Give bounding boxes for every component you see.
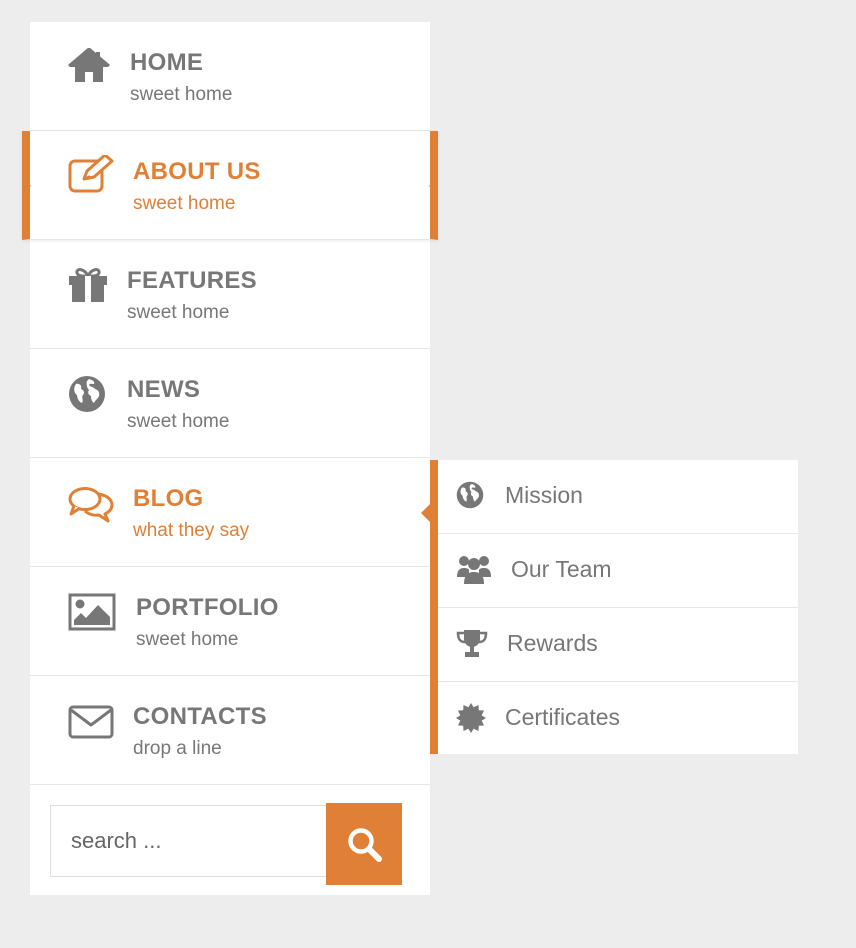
menu-item-title: NEWS [127,376,201,403]
globe-icon [68,375,106,413]
menu-item-subtitle: sweet home [127,302,230,323]
search-input[interactable] [50,805,326,877]
menu-item-portfolio[interactable]: PORTFOLIO sweet home [30,567,430,676]
comments-icon [68,486,114,524]
edit-icon [68,155,114,193]
blog-submenu: Mission Our Team Rewards Certificates [430,460,798,754]
vertical-menu: HOME sweet home ABOUT US sweet home FEAT… [22,22,438,895]
submenu-item-mission[interactable]: Mission [438,460,798,534]
search-bar [30,785,430,895]
active-indicator-right [429,177,438,195]
search-icon [326,826,402,862]
active-indicator-left [22,177,31,195]
menu-item-news[interactable]: NEWS sweet home [30,349,430,458]
globe-icon [456,481,484,509]
submenu-item-label: Certificates [505,704,621,730]
page: HOME sweet home ABOUT US sweet home FEAT… [0,0,856,948]
menu-item-subtitle: what they say [133,520,250,541]
menu-item-blog[interactable]: BLOG what they say [30,458,430,567]
menu-item-title: BLOG [133,485,204,512]
menu-item-title: PORTFOLIO [136,594,279,621]
menu-item-title: ABOUT US [133,158,261,185]
menu-item-subtitle: sweet home [127,411,230,432]
menu-item-contacts[interactable]: CONTACTS drop a line [30,676,430,785]
submenu-item-label: Rewards [507,630,598,656]
image-icon [68,593,116,631]
users-icon [456,553,492,585]
submenu-item-certificates[interactable]: Certificates [438,682,798,754]
certificate-icon [456,703,486,733]
active-indicator-right [421,504,430,522]
menu-item-subtitle: drop a line [133,738,222,759]
gift-icon [68,266,108,302]
menu-item-title: FEATURES [127,267,257,294]
search-button[interactable] [326,803,402,885]
menu-item-home[interactable]: HOME sweet home [30,22,430,131]
submenu-item-label: Our Team [511,556,612,582]
menu-item-about-us[interactable]: ABOUT US sweet home [22,131,438,240]
home-icon [68,48,110,84]
submenu-item-label: Mission [505,482,583,508]
menu-item-subtitle: sweet home [130,84,233,105]
menu-item-title: HOME [130,49,204,76]
menu-item-features[interactable]: FEATURES sweet home [30,240,430,349]
trophy-icon [456,629,488,659]
menu-item-subtitle: sweet home [133,193,236,214]
menu-item-title: CONTACTS [133,703,267,730]
submenu-item-rewards[interactable]: Rewards [438,608,798,682]
submenu-item-our-team[interactable]: Our Team [438,534,798,608]
menu-item-subtitle: sweet home [136,629,239,650]
envelope-icon [68,705,114,739]
